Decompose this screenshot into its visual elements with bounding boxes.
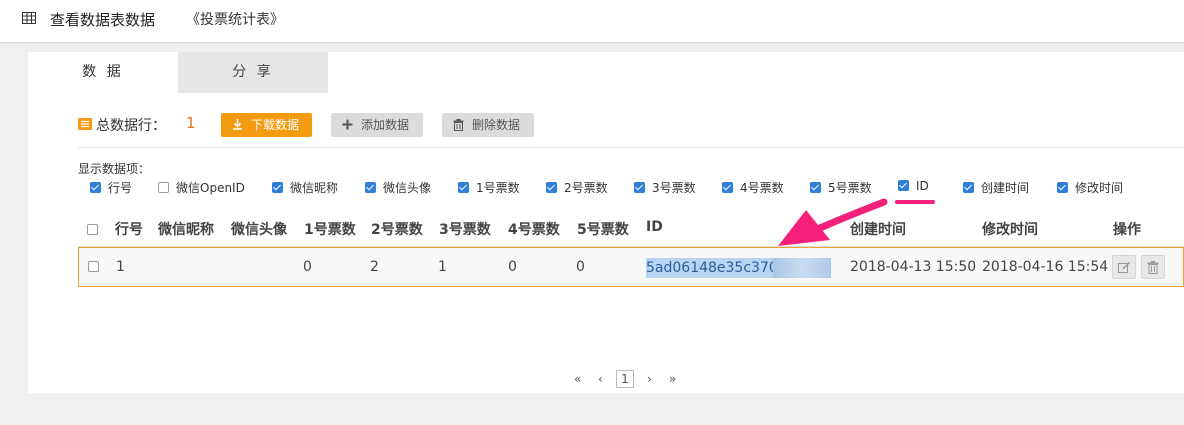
checkbox-checked[interactable]: [546, 182, 557, 193]
column-option-vote1[interactable]: 1号票数: [458, 179, 520, 195]
page-title: 查看数据表数据: [50, 11, 156, 29]
toolbar: 总数据行： 1 下载数据 添加数据 删除数据: [78, 113, 678, 137]
page-next-button[interactable]: ›: [647, 372, 652, 386]
page-first-button[interactable]: «: [574, 372, 581, 386]
add-data-button[interactable]: 添加数据: [331, 113, 423, 137]
trash-icon: [1147, 261, 1159, 274]
cell-vote4: 0: [508, 259, 517, 275]
tab-data[interactable]: 数 据: [28, 52, 178, 93]
pagination: « ‹ 1 › »: [28, 370, 1184, 392]
checkbox-checked[interactable]: [1057, 182, 1068, 193]
column-option-openid[interactable]: 微信OpenID: [158, 179, 245, 195]
checkbox-checked[interactable]: [810, 182, 821, 193]
page-current[interactable]: 1: [616, 370, 634, 388]
checkbox-checked[interactable]: [365, 182, 376, 193]
table-name: 《投票统计表》: [186, 12, 284, 28]
header-avatar: 微信头像: [231, 222, 287, 238]
checkbox-checked[interactable]: [90, 182, 101, 193]
column-selector-title: 显示数据项：: [78, 162, 151, 176]
table-header: 行号 微信昵称 微信头像 1号票数 2号票数 3号票数 4号票数 5号票数 ID…: [78, 212, 1184, 247]
annotation-underline: [895, 200, 935, 204]
cell-id[interactable]: 5ad06148e35c3700: [646, 258, 831, 278]
delete-data-label: 删除数据: [472, 118, 521, 132]
column-option-row-no[interactable]: 行号: [90, 179, 132, 195]
tab-bar: 数 据 分 享: [28, 52, 1184, 93]
column-option-avatar[interactable]: 微信头像: [365, 179, 431, 195]
column-option-vote5[interactable]: 5号票数: [810, 179, 872, 195]
cell-row-no: 1: [116, 259, 125, 275]
plus-icon: [342, 119, 353, 130]
edit-icon: [1118, 261, 1131, 273]
column-option-nickname[interactable]: 微信昵称: [272, 179, 338, 195]
select-all-checkbox[interactable]: [87, 224, 98, 235]
cell-vote3: 1: [438, 259, 447, 275]
checkbox-checked[interactable]: [963, 182, 974, 193]
delete-data-button[interactable]: 删除数据: [442, 113, 534, 137]
header-nickname: 微信昵称: [158, 222, 214, 238]
add-data-label: 添加数据: [361, 118, 410, 132]
header-actions: 操作: [1113, 222, 1141, 238]
delete-row-button[interactable]: [1141, 255, 1165, 279]
top-bar: 查看数据表数据 《投票统计表》: [0, 0, 1184, 43]
column-option-id[interactable]: ID: [898, 179, 929, 195]
cell-created: 2018-04-13 15:50: [850, 259, 977, 275]
checkbox-checked[interactable]: [634, 182, 645, 193]
checkbox-unchecked[interactable]: [158, 182, 169, 193]
header-vote1: 1号票数: [304, 222, 356, 238]
toolbar-divider: [78, 147, 1184, 148]
data-panel: 数 据 分 享 总数据行： 1 下载数据 添加数据 删除数据 显示数据项： 行号…: [28, 52, 1184, 393]
trash-icon: [453, 119, 464, 131]
header-modified: 修改时间: [982, 222, 1038, 238]
cell-modified: 2018-04-16 15:54: [982, 259, 1109, 275]
cell-vote1: 0: [303, 259, 312, 275]
page-last-button[interactable]: »: [669, 372, 676, 386]
total-rows-label: 总数据行：: [96, 118, 166, 134]
column-option-vote3[interactable]: 3号票数: [634, 179, 696, 195]
list-icon: [78, 118, 92, 130]
total-rows-count: 1: [186, 114, 196, 132]
download-data-label: 下载数据: [251, 118, 300, 132]
cell-vote5: 0: [576, 259, 585, 275]
column-option-created[interactable]: 创建时间: [963, 179, 1029, 195]
redacted-region: [773, 258, 831, 278]
header-row-no: 行号: [115, 222, 143, 238]
download-data-button[interactable]: 下载数据: [221, 113, 312, 137]
column-option-vote4[interactable]: 4号票数: [722, 179, 784, 195]
table-row[interactable]: 1 0 2 1 0 0 5ad06148e35c3700 2018-04-13 …: [78, 247, 1184, 287]
checkbox-checked[interactable]: [458, 182, 469, 193]
column-option-vote2[interactable]: 2号票数: [546, 179, 608, 195]
edit-row-button[interactable]: [1112, 255, 1136, 279]
header-created: 创建时间: [850, 222, 906, 238]
cell-vote2: 2: [370, 259, 379, 275]
checkbox-checked[interactable]: [272, 182, 283, 193]
table-grid-icon: [22, 12, 36, 24]
row-checkbox[interactable]: [88, 261, 99, 272]
header-id: ID: [646, 219, 663, 235]
checkbox-checked[interactable]: [722, 182, 733, 193]
page-prev-button[interactable]: ‹: [598, 372, 603, 386]
header-vote4: 4号票数: [508, 222, 560, 238]
header-vote3: 3号票数: [439, 222, 491, 238]
download-icon: [233, 119, 242, 130]
column-option-modified[interactable]: 修改时间: [1057, 179, 1123, 195]
tab-share[interactable]: 分 享: [178, 52, 328, 93]
header-vote2: 2号票数: [371, 222, 423, 238]
checkbox-checked[interactable]: [898, 180, 909, 191]
header-vote5: 5号票数: [577, 222, 629, 238]
